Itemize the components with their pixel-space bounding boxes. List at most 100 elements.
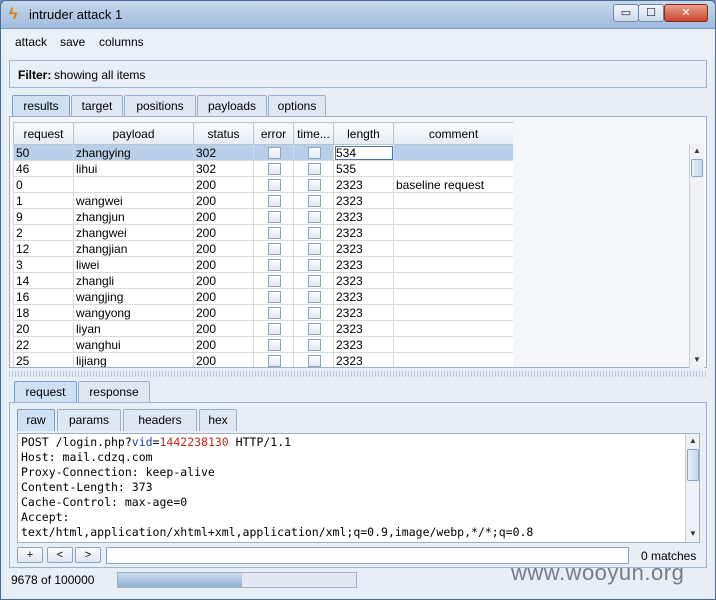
table-row[interactable]: 9 zhangjun 200 2323 bbox=[13, 208, 513, 225]
table-row[interactable]: 20 liyan 200 2323 bbox=[13, 320, 513, 337]
tab-response[interactable]: response bbox=[78, 381, 150, 403]
cell-timeout bbox=[293, 176, 334, 193]
results-scrollbar[interactable]: ▲ ▼ bbox=[689, 144, 704, 368]
table-row[interactable]: 0 200 2323 baseline request bbox=[13, 176, 513, 193]
menu-attack[interactable]: attack bbox=[15, 35, 47, 49]
timeout-checkbox[interactable] bbox=[308, 211, 321, 224]
error-checkbox[interactable] bbox=[268, 355, 281, 367]
cell-request: 22 bbox=[13, 336, 74, 353]
table-row[interactable]: 22 wanghui 200 2323 bbox=[13, 336, 513, 353]
request-line: Cache-Control: max-age=0 bbox=[21, 495, 188, 509]
request-line: text/html,application/xhtml+xml,applicat… bbox=[21, 525, 534, 539]
table-row[interactable]: 16 wangjing 200 2323 bbox=[13, 288, 513, 305]
tab-headers[interactable]: headers bbox=[123, 409, 197, 431]
error-checkbox[interactable] bbox=[268, 291, 281, 304]
cell-timeout bbox=[293, 272, 334, 289]
cell-payload: zhangli bbox=[73, 272, 194, 289]
cell-error bbox=[253, 144, 294, 161]
table-row[interactable]: 14 zhangli 200 2323 bbox=[13, 272, 513, 289]
table-row[interactable]: 12 zhangjian 200 2323 bbox=[13, 240, 513, 257]
scroll-down-icon[interactable]: ▼ bbox=[690, 353, 704, 367]
tab-request[interactable]: request bbox=[14, 381, 77, 403]
request-line: Host: mail.cdzq.com bbox=[21, 450, 153, 464]
tab-params[interactable]: params bbox=[57, 409, 121, 431]
search-options-button[interactable]: + bbox=[17, 547, 43, 563]
tab-results[interactable]: results bbox=[12, 95, 70, 117]
title-bar[interactable]: ϟ intruder attack 1 ▭ ☐ ✕ bbox=[1, 1, 715, 29]
tab-target[interactable]: target bbox=[71, 95, 123, 117]
error-checkbox[interactable] bbox=[268, 339, 281, 352]
error-checkbox[interactable] bbox=[268, 243, 281, 256]
timeout-checkbox[interactable] bbox=[308, 243, 321, 256]
tab-payloads[interactable]: payloads bbox=[197, 95, 267, 117]
timeout-checkbox[interactable] bbox=[308, 259, 321, 272]
tab-positions[interactable]: positions bbox=[124, 95, 196, 117]
request-line: Accept: bbox=[21, 510, 70, 524]
error-checkbox[interactable] bbox=[268, 179, 281, 192]
editor-scrollbar[interactable]: ▲ ▼ bbox=[685, 434, 699, 542]
table-row[interactable]: 18 wangyong 200 2323 bbox=[13, 304, 513, 321]
menu-columns[interactable]: columns bbox=[99, 35, 144, 49]
cell-error bbox=[253, 256, 294, 273]
timeout-checkbox[interactable] bbox=[308, 275, 321, 288]
table-row[interactable]: 1 wangwei 200 2323 bbox=[13, 192, 513, 209]
filter-bar[interactable]: Filter: showing all items bbox=[9, 60, 707, 88]
timeout-checkbox[interactable] bbox=[308, 323, 321, 336]
cell-request: 9 bbox=[13, 208, 74, 225]
error-checkbox[interactable] bbox=[268, 275, 281, 288]
column-header[interactable]: error bbox=[253, 122, 294, 145]
tab-hex[interactable]: hex bbox=[199, 409, 237, 431]
error-checkbox[interactable] bbox=[268, 147, 281, 160]
cell-payload: liwei bbox=[73, 256, 194, 273]
column-header[interactable]: payload bbox=[73, 122, 194, 145]
error-checkbox[interactable] bbox=[268, 323, 281, 336]
cell-length: 2323 bbox=[333, 336, 394, 353]
tab-options[interactable]: options bbox=[268, 95, 326, 117]
table-row[interactable]: 3 liwei 200 2323 bbox=[13, 256, 513, 273]
cell-request: 0 bbox=[13, 176, 74, 193]
error-checkbox[interactable] bbox=[268, 163, 281, 176]
scroll-thumb[interactable] bbox=[691, 159, 703, 177]
column-header[interactable]: comment bbox=[393, 122, 513, 145]
timeout-checkbox[interactable] bbox=[308, 291, 321, 304]
column-header[interactable]: time... bbox=[293, 122, 334, 145]
intruder-window: ϟ intruder attack 1 ▭ ☐ ✕ attack save co… bbox=[0, 0, 716, 600]
timeout-checkbox[interactable] bbox=[308, 227, 321, 240]
table-row[interactable]: 25 lijiang 200 2323 bbox=[13, 352, 513, 367]
scroll-up-icon[interactable]: ▲ bbox=[690, 144, 704, 158]
table-row[interactable]: 50 zhangying 302 534 bbox=[13, 144, 513, 161]
timeout-checkbox[interactable] bbox=[308, 195, 321, 208]
timeout-checkbox[interactable] bbox=[308, 179, 321, 192]
split-divider[interactable] bbox=[9, 371, 707, 377]
scroll-down-icon[interactable]: ▼ bbox=[686, 527, 699, 541]
error-checkbox[interactable] bbox=[268, 211, 281, 224]
timeout-checkbox[interactable] bbox=[308, 339, 321, 352]
column-header[interactable]: request bbox=[13, 122, 74, 145]
timeout-checkbox[interactable] bbox=[308, 147, 321, 160]
timeout-checkbox[interactable] bbox=[308, 163, 321, 176]
tab-raw[interactable]: raw bbox=[17, 409, 55, 431]
menu-save[interactable]: save bbox=[60, 35, 85, 49]
scroll-thumb[interactable] bbox=[687, 449, 699, 481]
error-checkbox[interactable] bbox=[268, 307, 281, 320]
error-checkbox[interactable] bbox=[268, 259, 281, 272]
maximize-button[interactable]: ☐ bbox=[638, 4, 664, 22]
timeout-checkbox[interactable] bbox=[308, 355, 321, 367]
request-raw-text[interactable]: POST /login.php?vid=1442238130 HTTP/1.1 … bbox=[18, 434, 699, 541]
cell-status: 200 bbox=[193, 336, 254, 353]
column-header[interactable]: status bbox=[193, 122, 254, 145]
search-prev-button[interactable]: < bbox=[47, 547, 73, 563]
table-row[interactable]: 46 lihui 302 535 bbox=[13, 160, 513, 177]
minimize-button[interactable]: ▭ bbox=[613, 4, 639, 22]
column-header[interactable]: length bbox=[333, 122, 394, 145]
timeout-checkbox[interactable] bbox=[308, 307, 321, 320]
error-checkbox[interactable] bbox=[268, 195, 281, 208]
cell-error bbox=[253, 272, 294, 289]
scroll-up-icon[interactable]: ▲ bbox=[686, 434, 699, 448]
cell-length: 2323 bbox=[333, 192, 394, 209]
search-next-button[interactable]: > bbox=[75, 547, 101, 563]
error-checkbox[interactable] bbox=[268, 227, 281, 240]
table-row[interactable]: 2 zhangwei 200 2323 bbox=[13, 224, 513, 241]
request-editor[interactable]: POST /login.php?vid=1442238130 HTTP/1.1 … bbox=[17, 433, 700, 543]
close-button[interactable]: ✕ bbox=[664, 4, 708, 22]
